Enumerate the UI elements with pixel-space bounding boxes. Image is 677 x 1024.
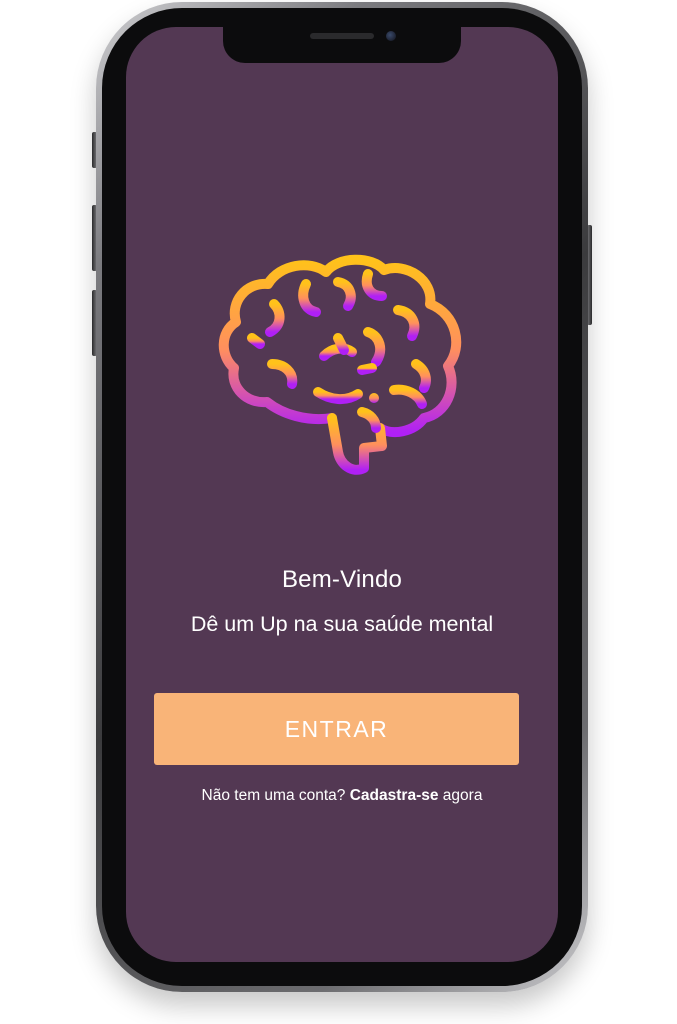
signup-prompt: Não tem uma conta? Cadastra-se agora bbox=[126, 787, 558, 805]
speaker-grille bbox=[310, 33, 374, 39]
signup-prefix: Não tem uma conta? bbox=[201, 787, 346, 804]
brain-icon bbox=[218, 254, 462, 475]
app-screen: Bem-Vindo Dê um Up na sua saúde mental E… bbox=[126, 27, 558, 962]
login-button[interactable]: ENTRAR bbox=[154, 693, 519, 765]
device-mockup: Bem-Vindo Dê um Up na sua saúde mental E… bbox=[0, 0, 677, 1024]
notch bbox=[223, 27, 461, 63]
welcome-title: Bem-Vindo bbox=[281, 566, 403, 593]
camera-icon bbox=[386, 31, 396, 41]
signup-link[interactable]: Cadastra-se bbox=[350, 787, 439, 804]
welcome-subtitle: Dê um Up na sua saúde mental bbox=[190, 612, 494, 636]
signup-suffix: agora bbox=[442, 787, 483, 804]
